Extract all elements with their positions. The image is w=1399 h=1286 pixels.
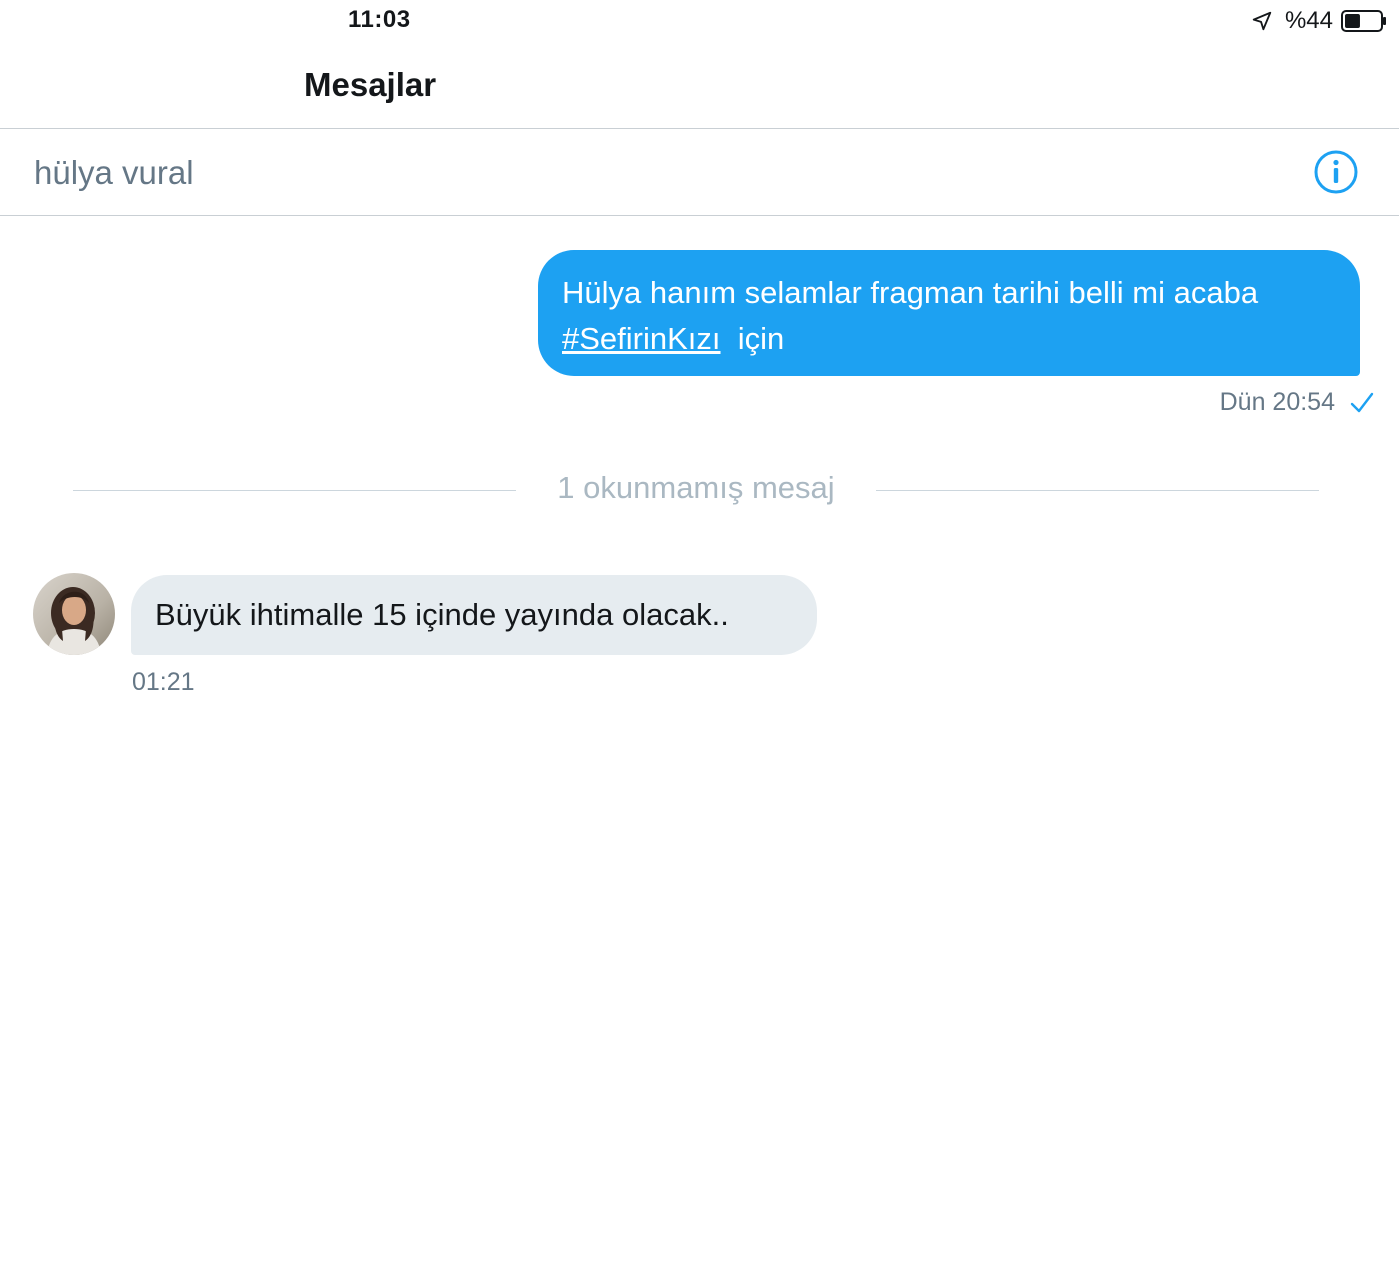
- avatar-image: [33, 573, 115, 655]
- battery-percent: %44: [1284, 7, 1333, 34]
- outgoing-message-line-2: #SefirinKızı için: [562, 316, 1336, 362]
- unread-divider-label: 1 okunmamış mesaj: [557, 470, 835, 505]
- divider: [876, 490, 1319, 491]
- outgoing-message-meta: Dün 20:54: [1220, 388, 1375, 417]
- dm-screen: 11:03 %44 Mesajlar hülya vural Hülya han…: [0, 0, 1399, 1286]
- divider: [73, 490, 516, 491]
- status-time: 11:03: [348, 6, 411, 33]
- incoming-message-bubble[interactable]: Büyük ihtimalle 15 içinde yayında olacak…: [131, 575, 817, 655]
- status-indicators: %44: [1251, 7, 1387, 35]
- outgoing-message-text: için: [737, 321, 785, 356]
- info-icon[interactable]: [1313, 149, 1359, 195]
- outgoing-message-bubble[interactable]: Hülya hanım selamlar fragman tarihi bell…: [538, 250, 1360, 376]
- location-arrow-icon: [1252, 11, 1272, 31]
- check-icon: [1350, 392, 1374, 412]
- battery-icon: [1341, 10, 1386, 32]
- incoming-timestamp: 01:21: [132, 668, 195, 696]
- status-bar: 11:03 %44: [0, 0, 1399, 42]
- page-title: Mesajlar: [304, 66, 437, 103]
- divider: [0, 128, 1399, 129]
- conversation-title: hülya vural: [34, 154, 194, 191]
- divider: [0, 215, 1399, 216]
- outgoing-message-line-1: Hülya hanım selamlar fragman tarihi bell…: [562, 275, 1259, 310]
- hashtag-link[interactable]: #SefirinKızı: [562, 321, 721, 356]
- outgoing-timestamp: Dün 20:54: [1219, 388, 1335, 416]
- avatar[interactable]: [33, 573, 115, 655]
